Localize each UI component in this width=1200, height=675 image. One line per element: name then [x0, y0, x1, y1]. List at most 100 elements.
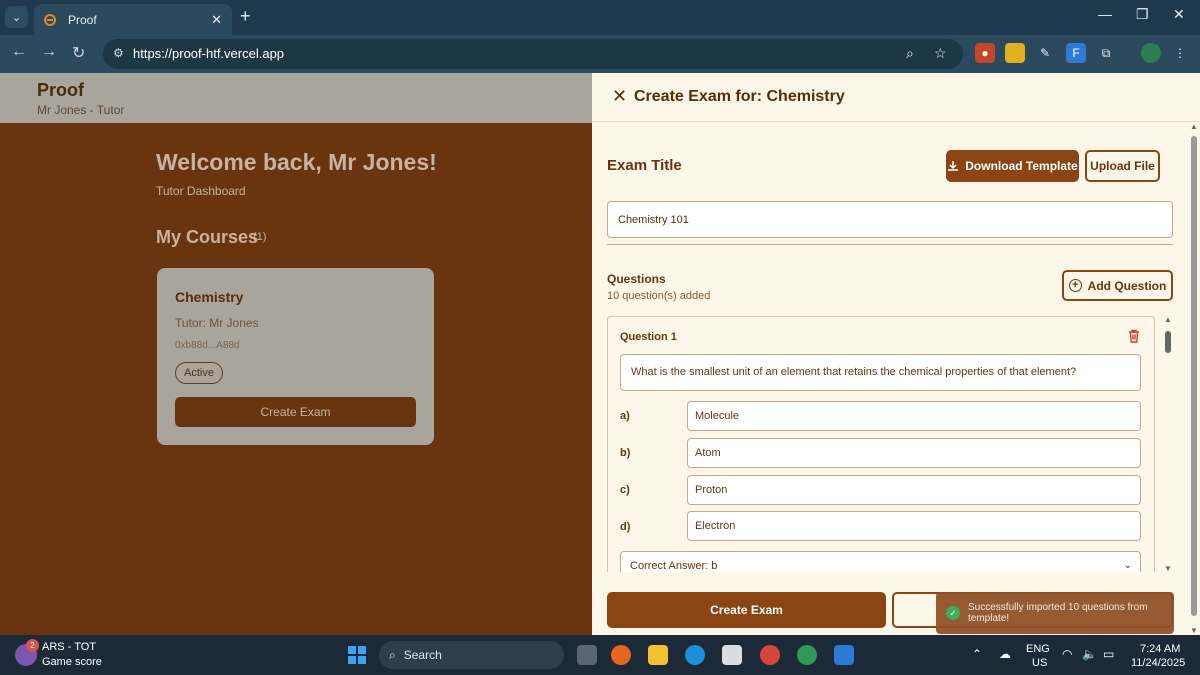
- close-window-button[interactable]: ✕: [1173, 6, 1185, 23]
- minimize-button[interactable]: —: [1098, 6, 1112, 22]
- add-question-label: Add Question: [1087, 278, 1167, 293]
- widget-subtitle: Game score: [42, 656, 102, 668]
- chevron-down-icon: ⌄: [1123, 560, 1132, 571]
- maximize-button[interactable]: ❐: [1136, 6, 1149, 23]
- reload-icon[interactable]: ↻: [72, 43, 85, 63]
- eyedropper-icon[interactable]: ✎: [1035, 43, 1055, 63]
- scroll-up-icon[interactable]: ▲: [1163, 315, 1173, 324]
- browser-tab[interactable]: Proof ✕: [34, 4, 232, 35]
- create-exam-button[interactable]: Create Exam: [607, 592, 886, 628]
- course-address: 0xb88d...A88d: [175, 340, 240, 351]
- scroll-up-icon[interactable]: ▲: [1189, 122, 1199, 131]
- site-info-icon[interactable]: ⚙: [113, 46, 124, 60]
- edge-icon[interactable]: [685, 645, 705, 665]
- create-exam-panel: ✕ Create Exam for: Chemistry Exam Title …: [592, 73, 1200, 635]
- scrollbar-thumb[interactable]: [1165, 331, 1171, 353]
- questions-scrollbar[interactable]: ▲ ▼: [1163, 315, 1173, 573]
- option-letter: d): [620, 521, 631, 533]
- extension-f-icon[interactable]: F: [1066, 43, 1086, 63]
- scroll-down-icon[interactable]: ▼: [1189, 626, 1199, 635]
- add-question-button[interactable]: + Add Question: [1062, 270, 1173, 301]
- exam-title-input[interactable]: [607, 201, 1173, 238]
- vscode-icon[interactable]: [834, 645, 854, 665]
- option-input[interactable]: Electron: [687, 511, 1141, 541]
- app-header: Proof Mr Jones - Tutor: [0, 73, 592, 123]
- panel-scrollbar[interactable]: ▲ ▼: [1188, 122, 1200, 635]
- forward-icon[interactable]: →: [41, 43, 57, 61]
- wifi-icon[interactable]: ◠: [1062, 647, 1072, 661]
- proof-favicon-icon: [44, 13, 56, 26]
- search-icon: ⌕: [389, 647, 396, 662]
- option-letter: a): [620, 410, 630, 422]
- onedrive-icon[interactable]: ☁: [999, 647, 1011, 661]
- clock-time[interactable]: 7:24 AM: [1140, 643, 1180, 655]
- search-label: Search: [403, 648, 442, 662]
- url-text: https://proof-htf.vercel.app: [133, 46, 285, 61]
- language-bottom[interactable]: US: [1032, 657, 1047, 669]
- upload-file-label: Upload File: [1090, 159, 1155, 173]
- option-input[interactable]: Molecule: [687, 401, 1141, 431]
- browser-toolbar: ← → ↻ ⚙ https://proof-htf.vercel.app ⌕ ☆…: [0, 35, 1200, 73]
- file-explorer-icon[interactable]: [648, 645, 668, 665]
- chrome-profile-icon[interactable]: [797, 645, 817, 665]
- zoom-icon[interactable]: ⌕: [906, 45, 914, 62]
- volume-icon[interactable]: 🔈: [1082, 647, 1097, 661]
- tab-close-icon[interactable]: ✕: [211, 12, 222, 28]
- extension-folder-icon[interactable]: [1005, 43, 1025, 63]
- app-user-label: Mr Jones - Tutor: [37, 103, 125, 117]
- option-input[interactable]: Proton: [687, 475, 1141, 505]
- language-top[interactable]: ENG: [1026, 643, 1050, 655]
- browser-menu-icon[interactable]: ⋮: [1170, 43, 1190, 63]
- tab-title: Proof: [68, 12, 97, 27]
- questions-count: 10 question(s) added: [607, 290, 711, 302]
- download-template-label: Download Template: [965, 159, 1078, 173]
- extensions-puzzle-icon[interactable]: ⧉: [1096, 43, 1116, 63]
- correct-answer-select[interactable]: Correct Answer: b ⌄: [620, 551, 1141, 572]
- scroll-down-icon[interactable]: ▼: [1163, 564, 1173, 573]
- chevron-up-icon[interactable]: ⌃: [972, 647, 982, 661]
- option-input[interactable]: Atom: [687, 438, 1141, 468]
- profile-avatar[interactable]: [1141, 43, 1161, 63]
- panel-header: ✕ Create Exam for: Chemistry: [592, 73, 1200, 122]
- windows-start-icon[interactable]: [348, 646, 366, 664]
- questions-heading: Questions: [607, 272, 666, 286]
- toast-message: Successfully imported 10 questions from …: [968, 602, 1148, 624]
- download-template-button[interactable]: Download Template: [946, 150, 1079, 182]
- exam-title-label: Exam Title: [607, 157, 682, 174]
- course-create-exam-button[interactable]: Create Exam: [175, 397, 416, 427]
- trash-icon[interactable]: [1128, 329, 1140, 343]
- close-icon[interactable]: ✕: [612, 86, 627, 107]
- chrome-icon[interactable]: [760, 645, 780, 665]
- widget-title[interactable]: ARS - TOT: [42, 641, 96, 653]
- extension-fox-icon[interactable]: ●: [975, 43, 995, 63]
- task-view-icon[interactable]: [577, 645, 597, 665]
- taskbar: 2 ARS - TOT Game score ⌕ Search ⌃ ☁ ENG …: [0, 635, 1200, 675]
- plus-circle-icon: +: [1068, 279, 1082, 292]
- app-logo-text: Proof: [37, 80, 84, 100]
- correct-answer-value: Correct Answer: b: [630, 560, 718, 572]
- tab-search-button[interactable]: ⌄: [5, 6, 28, 28]
- courses-count: (1): [253, 231, 267, 243]
- new-tab-button[interactable]: +: [240, 6, 251, 27]
- download-icon: [948, 161, 959, 171]
- address-bar[interactable]: ⚙ https://proof-htf.vercel.app ⌕ ☆: [103, 39, 963, 69]
- option-letter: b): [620, 447, 631, 459]
- question-text-input[interactable]: What is the smallest unit of an element …: [620, 354, 1141, 391]
- question-card: Question 1 What is the smallest unit of …: [607, 316, 1155, 572]
- option-letter: c): [620, 484, 630, 496]
- dashboard-subtitle: Tutor Dashboard: [156, 184, 246, 198]
- bookmark-star-icon[interactable]: ☆: [934, 45, 947, 62]
- battery-icon[interactable]: ▭: [1103, 647, 1114, 661]
- firefox-icon[interactable]: [611, 645, 631, 665]
- store-icon[interactable]: [722, 645, 742, 665]
- course-tutor: Tutor: Mr Jones: [175, 316, 259, 330]
- back-icon[interactable]: ←: [11, 43, 27, 61]
- taskbar-search[interactable]: ⌕ Search: [379, 641, 564, 669]
- success-toast: ✓ Successfully imported 10 questions fro…: [936, 592, 1174, 634]
- widget-badge: 2: [26, 639, 39, 652]
- question-title: Question 1: [620, 331, 677, 343]
- upload-file-button[interactable]: Upload File: [1085, 150, 1160, 182]
- scrollbar-thumb[interactable]: [1191, 136, 1197, 616]
- clock-date[interactable]: 11/24/2025: [1131, 657, 1185, 669]
- browser-tabstrip: ⌄ Proof ✕ + — ❐ ✕: [0, 0, 1200, 35]
